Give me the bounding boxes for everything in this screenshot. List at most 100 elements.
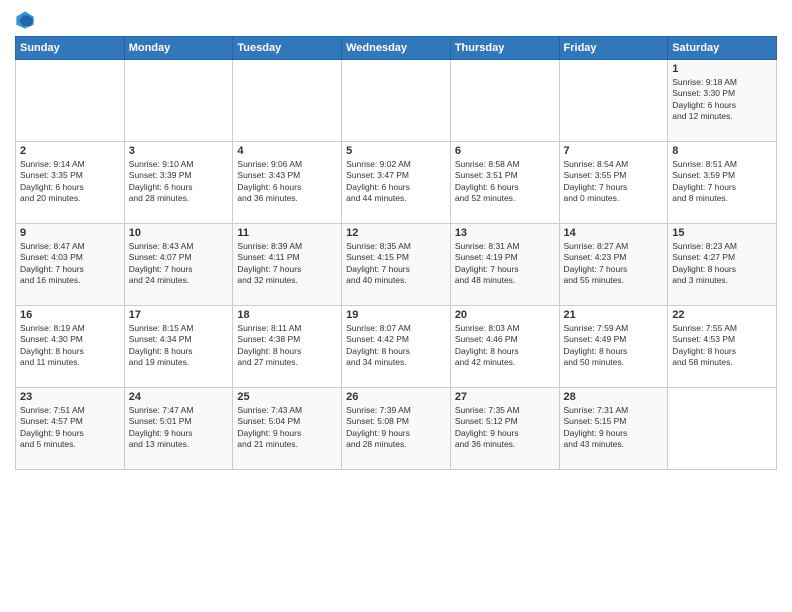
calendar-cell: 6 Sunrise: 8:58 AM Sunset: 3:51 PM Daylig… (450, 142, 559, 224)
day-info: Sunrise: 8:39 AM Sunset: 4:11 PM Dayligh… (237, 241, 337, 287)
day-number: 20 (455, 309, 555, 321)
calendar-body: 1Sunrise: 9:18 AM Sunset: 3:30 PM Daylig… (16, 60, 777, 470)
calendar-header: SundayMondayTuesdayWednesdayThursdayFrid… (16, 37, 777, 60)
calendar-cell (668, 388, 777, 470)
day-number: 16 (20, 309, 120, 321)
calendar-cell: 25 Sunrise: 7:43 AM Sunset: 5:04 PM Dayli… (233, 388, 342, 470)
day-number: 12 (346, 227, 446, 239)
calendar-cell: 9Sunrise: 8:47 AM Sunset: 4:03 PM Daylig… (16, 224, 125, 306)
weekday-header-row: SundayMondayTuesdayWednesdayThursdayFrid… (16, 37, 777, 60)
calendar-cell: 14 Sunrise: 8:27 AM Sunset: 4:23 PM Dayli… (559, 224, 668, 306)
calendar-cell: 10 Sunrise: 8:43 AM Sunset: 4:07 PM Dayli… (124, 224, 233, 306)
day-info: Sunrise: 8:35 AM Sunset: 4:15 PM Dayligh… (346, 241, 446, 287)
calendar-week-4: 16 Sunrise: 8:19 AM Sunset: 4:30 PM Dayli… (16, 306, 777, 388)
page: SundayMondayTuesdayWednesdayThursdayFrid… (0, 0, 792, 612)
day-info: Sunrise: 9:06 AM Sunset: 3:43 PM Dayligh… (237, 159, 337, 205)
day-info: Sunrise: 9:14 AM Sunset: 3:35 PM Dayligh… (20, 159, 120, 205)
day-number: 7 (564, 145, 664, 157)
day-number: 22 (672, 309, 772, 321)
day-info: Sunrise: 8:23 AM Sunset: 4:27 PM Dayligh… (672, 241, 772, 287)
calendar-cell: 1Sunrise: 9:18 AM Sunset: 3:30 PM Daylig… (668, 60, 777, 142)
day-number: 8 (672, 145, 772, 157)
calendar-cell (450, 60, 559, 142)
calendar-cell: 16 Sunrise: 8:19 AM Sunset: 4:30 PM Dayli… (16, 306, 125, 388)
calendar-cell: 20 Sunrise: 8:03 AM Sunset: 4:46 PM Dayli… (450, 306, 559, 388)
calendar-cell: 24Sunrise: 7:47 AM Sunset: 5:01 PM Dayli… (124, 388, 233, 470)
calendar-cell (233, 60, 342, 142)
calendar-cell: 12 Sunrise: 8:35 AM Sunset: 4:15 PM Dayli… (342, 224, 451, 306)
day-number: 15 (672, 227, 772, 239)
day-number: 24 (129, 391, 229, 403)
day-info: Sunrise: 8:11 AM Sunset: 4:38 PM Dayligh… (237, 323, 337, 369)
day-number: 2 (20, 145, 120, 157)
calendar-cell: 7Sunrise: 8:54 AM Sunset: 3:55 PM Daylig… (559, 142, 668, 224)
calendar-cell: 5 Sunrise: 9:02 AM Sunset: 3:47 PM Daylig… (342, 142, 451, 224)
day-number: 14 (564, 227, 664, 239)
calendar-cell: 26 Sunrise: 7:39 AM Sunset: 5:08 PM Dayli… (342, 388, 451, 470)
calendar-week-2: 2 Sunrise: 9:14 AM Sunset: 3:35 PM Daylig… (16, 142, 777, 224)
calendar-cell (16, 60, 125, 142)
weekday-thursday: Thursday (450, 37, 559, 60)
day-number: 13 (455, 227, 555, 239)
day-info: Sunrise: 7:51 AM Sunset: 4:57 PM Dayligh… (20, 405, 120, 451)
day-info: Sunrise: 7:31 AM Sunset: 5:15 PM Dayligh… (564, 405, 664, 451)
calendar-cell: 4 Sunrise: 9:06 AM Sunset: 3:43 PM Daylig… (233, 142, 342, 224)
weekday-wednesday: Wednesday (342, 37, 451, 60)
calendar-cell: 17Sunrise: 8:15 AM Sunset: 4:34 PM Dayli… (124, 306, 233, 388)
day-number: 5 (346, 145, 446, 157)
day-info: Sunrise: 8:03 AM Sunset: 4:46 PM Dayligh… (455, 323, 555, 369)
day-info: Sunrise: 7:55 AM Sunset: 4:53 PM Dayligh… (672, 323, 772, 369)
calendar-cell: 3 Sunrise: 9:10 AM Sunset: 3:39 PM Daylig… (124, 142, 233, 224)
calendar-cell (559, 60, 668, 142)
weekday-saturday: Saturday (668, 37, 777, 60)
weekday-monday: Monday (124, 37, 233, 60)
calendar-cell: 18Sunrise: 8:11 AM Sunset: 4:38 PM Dayli… (233, 306, 342, 388)
calendar-week-5: 23 Sunrise: 7:51 AM Sunset: 4:57 PM Dayli… (16, 388, 777, 470)
day-info: Sunrise: 7:39 AM Sunset: 5:08 PM Dayligh… (346, 405, 446, 451)
calendar-cell: 2 Sunrise: 9:14 AM Sunset: 3:35 PM Daylig… (16, 142, 125, 224)
day-info: Sunrise: 8:58 AM Sunset: 3:51 PM Dayligh… (455, 159, 555, 205)
logo (15, 10, 39, 30)
day-info: Sunrise: 8:51 AM Sunset: 3:59 PM Dayligh… (672, 159, 772, 205)
calendar-cell: 11 Sunrise: 8:39 AM Sunset: 4:11 PM Dayli… (233, 224, 342, 306)
calendar-cell (124, 60, 233, 142)
day-info: Sunrise: 9:10 AM Sunset: 3:39 PM Dayligh… (129, 159, 229, 205)
day-info: Sunrise: 7:59 AM Sunset: 4:49 PM Dayligh… (564, 323, 664, 369)
day-number: 19 (346, 309, 446, 321)
day-number: 26 (346, 391, 446, 403)
day-number: 3 (129, 145, 229, 157)
day-number: 4 (237, 145, 337, 157)
day-info: Sunrise: 8:07 AM Sunset: 4:42 PM Dayligh… (346, 323, 446, 369)
weekday-tuesday: Tuesday (233, 37, 342, 60)
day-info: Sunrise: 7:43 AM Sunset: 5:04 PM Dayligh… (237, 405, 337, 451)
calendar-cell: 8 Sunrise: 8:51 AM Sunset: 3:59 PM Daylig… (668, 142, 777, 224)
calendar-table: SundayMondayTuesdayWednesdayThursdayFrid… (15, 36, 777, 470)
day-number: 11 (237, 227, 337, 239)
day-info: Sunrise: 9:18 AM Sunset: 3:30 PM Dayligh… (672, 77, 772, 123)
calendar-week-1: 1Sunrise: 9:18 AM Sunset: 3:30 PM Daylig… (16, 60, 777, 142)
day-number: 17 (129, 309, 229, 321)
calendar-cell (342, 60, 451, 142)
day-number: 9 (20, 227, 120, 239)
weekday-sunday: Sunday (16, 37, 125, 60)
calendar-cell: 13 Sunrise: 8:31 AM Sunset: 4:19 PM Dayli… (450, 224, 559, 306)
calendar-cell: 19 Sunrise: 8:07 AM Sunset: 4:42 PM Dayli… (342, 306, 451, 388)
header (15, 10, 777, 30)
calendar-cell: 22 Sunrise: 7:55 AM Sunset: 4:53 PM Dayli… (668, 306, 777, 388)
day-info: Sunrise: 8:27 AM Sunset: 4:23 PM Dayligh… (564, 241, 664, 287)
day-number: 23 (20, 391, 120, 403)
logo-icon (15, 10, 35, 30)
day-info: Sunrise: 7:35 AM Sunset: 5:12 PM Dayligh… (455, 405, 555, 451)
day-info: Sunrise: 8:31 AM Sunset: 4:19 PM Dayligh… (455, 241, 555, 287)
day-number: 21 (564, 309, 664, 321)
day-info: Sunrise: 9:02 AM Sunset: 3:47 PM Dayligh… (346, 159, 446, 205)
day-info: Sunrise: 8:19 AM Sunset: 4:30 PM Dayligh… (20, 323, 120, 369)
day-number: 25 (237, 391, 337, 403)
day-number: 10 (129, 227, 229, 239)
weekday-friday: Friday (559, 37, 668, 60)
day-number: 27 (455, 391, 555, 403)
day-number: 6 (455, 145, 555, 157)
day-number: 28 (564, 391, 664, 403)
calendar-cell: 23 Sunrise: 7:51 AM Sunset: 4:57 PM Dayli… (16, 388, 125, 470)
day-info: Sunrise: 8:43 AM Sunset: 4:07 PM Dayligh… (129, 241, 229, 287)
